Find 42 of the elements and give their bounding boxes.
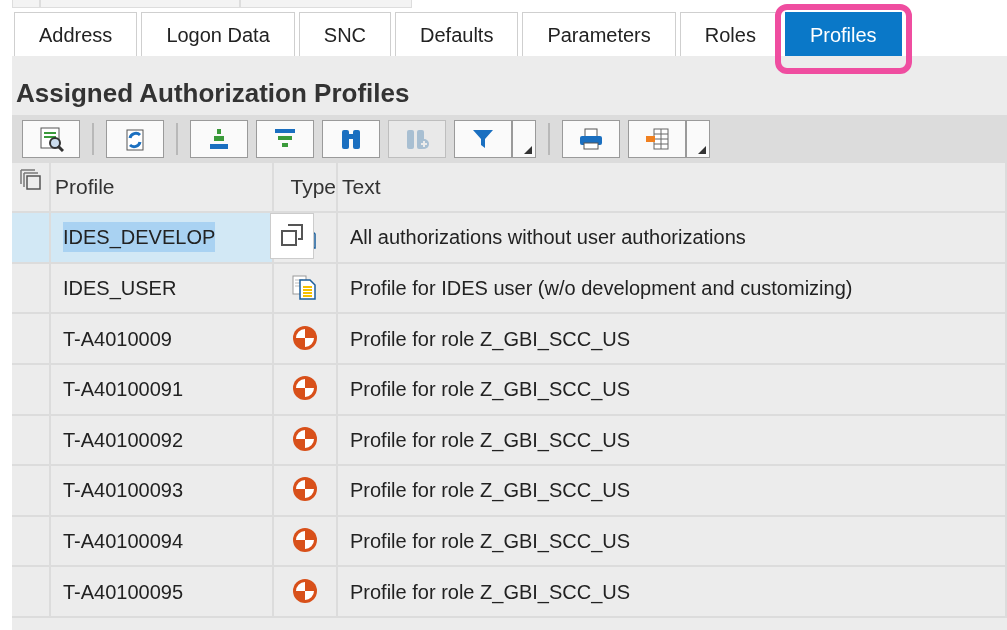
printer-icon (578, 126, 604, 153)
toolbar-button[interactable] (256, 120, 314, 159)
tab[interactable]: Profiles (784, 12, 902, 56)
column-header[interactable]: Profile (55, 171, 115, 203)
caret-icon (698, 146, 706, 155)
table-cell-text: T-A4010009 (63, 326, 172, 352)
tab[interactable]: SNC (298, 12, 392, 56)
table-cell-text: T-A40100095 (63, 579, 184, 605)
table-cell: IDES_DEVELOP (63, 222, 216, 253)
select-all-icon[interactable] (19, 169, 42, 192)
table-cell-text: T-A40100092 (63, 427, 184, 453)
tab[interactable]: Address (14, 12, 138, 56)
toolbar-button[interactable] (562, 120, 620, 159)
column-header[interactable]: Type (290, 171, 336, 203)
magnifier-document-icon (38, 126, 64, 153)
table-cell-text: All authorizations without user authorizations (350, 225, 746, 251)
table-cell-text: Profile for role Z_GBI_SCC_US (350, 427, 631, 454)
toolbar-button[interactable] (22, 120, 80, 159)
table-cell-text: Profile for role Z_GBI_SCC_US (350, 529, 631, 555)
layout-grid-icon (644, 126, 670, 153)
table-cell-text: Profile for role Z_GBI_SCC_US (350, 478, 631, 504)
table-cell-text: Profile for role Z_GBI_SCC_US (350, 326, 631, 353)
table-cell-text: T-A40100094 (63, 529, 184, 555)
table-cell-text: T-A40100091 (63, 377, 184, 403)
dropdown-button[interactable] (512, 120, 536, 159)
table-cell-text: Profile for IDES user (w/o development and customizing) (350, 276, 853, 302)
column-header[interactable]: Text (342, 171, 381, 203)
table-cell-text: T-A40100093 (63, 478, 184, 504)
tab[interactable]: Parameters (522, 12, 676, 56)
toolbar-button[interactable] (106, 120, 164, 159)
tab[interactable]: Logon Data (141, 12, 295, 56)
toolbar-button[interactable] (322, 120, 380, 159)
toolbar-button[interactable] (454, 120, 512, 159)
caret-icon (524, 146, 532, 155)
tab[interactable]: Defaults (395, 12, 519, 56)
section-title: Assigned Authorization Profiles (15, 77, 411, 110)
table-cell-text: Profile for role Z_GBI_SCC_US (350, 579, 631, 606)
dropdown-button[interactable] (686, 120, 710, 159)
table-cell-text: IDES_USER (63, 276, 177, 302)
copy-button[interactable] (270, 213, 314, 260)
toolbar-button[interactable] (190, 120, 248, 159)
table-cell-text: Profile for role Z_GBI_SCC_US (350, 377, 631, 403)
